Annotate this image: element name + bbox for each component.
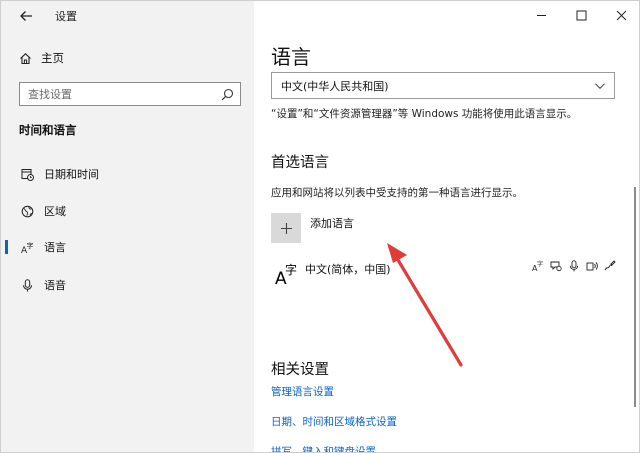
display-language-note: “设置”和“文件资源管理器”等 Windows 功能将使用此语言显示。 (271, 108, 578, 120)
app-title: 设置 (55, 10, 77, 23)
home-label: 主页 (41, 51, 64, 65)
display-language-feature-icon: A字 (531, 259, 544, 272)
search-box[interactable] (19, 82, 241, 106)
minimize-button[interactable] (521, 1, 561, 29)
link-manage-language-settings[interactable]: 管理语言设置 (271, 384, 334, 399)
language-feature-icons: A字 (531, 259, 616, 272)
chevron-down-icon (595, 83, 605, 90)
sidebar-item-label: 语音 (44, 279, 66, 292)
language-icon: A 字 (19, 239, 35, 255)
globe-icon (19, 203, 35, 219)
speech-bubble-feature-icon (549, 259, 562, 272)
svg-text:字: 字 (537, 260, 543, 268)
sidebar-item-date-time[interactable]: 日期和时间 (1, 161, 254, 187)
page-title: 语言 (271, 45, 311, 69)
window-controls (521, 1, 639, 29)
add-language-button[interactable]: 添加语言 (271, 213, 354, 245)
handwriting-feature-icon (603, 259, 616, 272)
language-name: 中文(简体，中国) (305, 263, 391, 276)
calendar-clock-icon (19, 166, 35, 182)
sidebar: 设置 主页 时间和语言 (1, 1, 254, 452)
minimize-icon (536, 14, 546, 16)
link-spelling-typing-keyboard[interactable]: 拼写、键入和键盘设置 (271, 444, 376, 452)
sidebar-item-label: 区域 (44, 205, 66, 218)
add-language-label: 添加语言 (310, 217, 354, 230)
sidebar-item-home[interactable]: 主页 (19, 49, 64, 67)
microphone-icon (19, 277, 35, 293)
close-button[interactable] (601, 1, 639, 29)
link-date-time-region-formatting[interactable]: 日期、时间和区域格式设置 (271, 414, 397, 429)
preferred-languages-desc: 应用和网站将以列表中受支持的第一种语言进行显示。 (271, 187, 523, 199)
language-list-item[interactable]: A 字 中文(简体，中国) A字 (271, 257, 616, 291)
microphone-feature-icon (567, 259, 580, 272)
display-language-select[interactable]: 中文(中华人民共和国) (271, 72, 615, 99)
sidebar-item-label: 日期和时间 (44, 168, 99, 181)
plus-icon (280, 222, 292, 234)
maximize-icon (576, 10, 586, 20)
back-button[interactable] (15, 5, 37, 27)
svg-text:字: 字 (26, 241, 33, 250)
search-icon[interactable] (221, 88, 234, 101)
search-input[interactable] (28, 87, 208, 101)
sidebar-item-label: 语言 (44, 241, 66, 254)
sidebar-item-speech[interactable]: 语音 (1, 272, 254, 298)
plus-icon-box (271, 213, 301, 243)
scrollbar[interactable] (634, 187, 636, 407)
home-icon (20, 52, 31, 64)
language-glyph-icon: A 字 (275, 263, 298, 289)
main-content: 语言 中文(中华人民共和国) “设置”和“文件资源管理器”等 Windows 功… (254, 1, 639, 452)
back-arrow-icon (20, 11, 32, 21)
section-title: 时间和语言 (19, 123, 77, 137)
settings-window: 设置 主页 时间和语言 (0, 0, 640, 453)
text-to-speech-feature-icon (585, 259, 598, 272)
title-bar: 设置 (1, 1, 254, 31)
related-settings-title: 相关设置 (271, 362, 329, 378)
display-language-value: 中文(中华人民共和国) (281, 79, 389, 93)
sidebar-item-language[interactable]: A 字 语言 (1, 234, 254, 260)
sidebar-item-region[interactable]: 区域 (1, 198, 254, 224)
preferred-languages-title: 首选语言 (271, 155, 329, 171)
close-icon (616, 10, 626, 20)
maximize-button[interactable] (561, 1, 601, 29)
